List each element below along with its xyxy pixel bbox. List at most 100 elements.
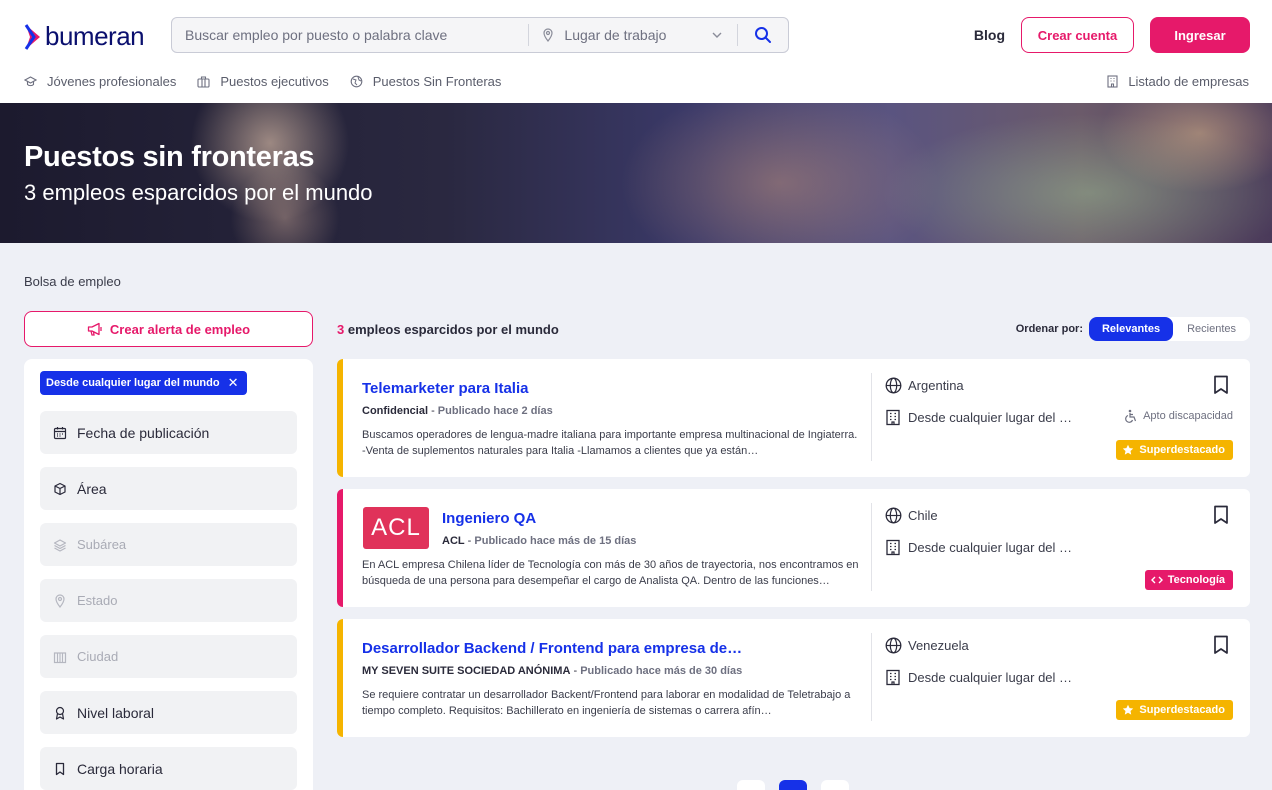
location-pin-icon [55, 593, 65, 608]
featured-badge: Superdestacado [1116, 700, 1233, 720]
job-country: Argentina [885, 377, 964, 394]
sort-control: Ordenar por: Relevantes Recientes [1016, 317, 1250, 341]
job-card[interactable]: ACL Ingeniero QA ACL - Publicado hace má… [337, 489, 1250, 607]
subnav-item-ejecutivos[interactable]: Puestos ejecutivos [197, 74, 329, 89]
pagination [737, 780, 863, 790]
job-modality-label: Desde cualquier lugar del … [908, 410, 1073, 425]
job-description: Se requiere contratar un desarrollador B… [362, 689, 851, 717]
filter-nivel-laboral[interactable]: Nivel laboral [40, 691, 297, 734]
job-card[interactable]: Telemarketer para Italia Confidencial - … [337, 359, 1250, 477]
filter-label: Nivel laboral [77, 704, 155, 721]
filter-fecha-publicacion[interactable]: Fecha de publicación [40, 411, 297, 454]
job-company: ACL [442, 535, 465, 547]
filters-panel: Desde cualquier lugar del mundo ✕ Fecha … [24, 359, 313, 790]
breadcrumb[interactable]: Bolsa de empleo [24, 274, 121, 289]
building-icon [886, 539, 900, 556]
filter-label: Carga horaria [77, 760, 163, 777]
filter-label: Estado [77, 593, 118, 608]
badge-label: Superdestacado [1139, 444, 1225, 456]
job-modality: Desde cualquier lugar del … [885, 539, 1072, 556]
star-icon [1123, 704, 1134, 715]
pagination-next[interactable] [821, 780, 849, 790]
briefcase-icon [197, 76, 210, 88]
subnav-label: Puestos ejecutivos [220, 74, 329, 89]
job-company: MY SEVEN SUITE SOCIEDAD ANÓNIMA [362, 665, 571, 677]
filter-estado: Estado [40, 579, 297, 622]
card-divider [871, 633, 872, 721]
location-placeholder: Lugar de trabajo [564, 27, 667, 43]
calendar-icon [53, 426, 67, 439]
pagination-prev[interactable] [737, 780, 765, 790]
globe-icon [885, 507, 902, 524]
globe-icon [885, 637, 902, 654]
logo-wordmark: bumeran [45, 21, 145, 51]
filter-label: Subárea [77, 537, 127, 552]
globe-icon [350, 75, 363, 88]
header-actions: Blog Crear cuenta Ingresar [974, 17, 1250, 53]
bookmark-icon[interactable] [1213, 635, 1229, 655]
bumeran-logo-mark-icon [24, 23, 40, 50]
job-posted: Publicado hace más de 15 días [474, 535, 637, 547]
search-input[interactable] [172, 18, 529, 52]
active-filter-label: Desde cualquier lugar del mundo [46, 377, 220, 389]
chevron-down-icon [712, 32, 722, 38]
sort-option-relevantes[interactable]: Relevantes [1088, 317, 1174, 341]
bookmark-icon[interactable] [1213, 505, 1229, 525]
blog-link[interactable]: Blog [974, 27, 1005, 43]
company-logo[interactable]: ACL [363, 507, 429, 549]
card-accent-bar [337, 359, 343, 477]
subnav-label: Puestos Sin Fronteras [372, 74, 502, 89]
active-filter-chip[interactable]: Desde cualquier lugar del mundo ✕ [40, 371, 247, 395]
login-button[interactable]: Ingresar [1150, 17, 1250, 53]
companies-list-link[interactable]: Listado de empresas [1106, 74, 1249, 89]
create-account-button[interactable]: Crear cuenta [1021, 17, 1134, 53]
job-title[interactable]: Ingeniero QA [442, 510, 536, 527]
job-company: Confidencial [362, 405, 429, 417]
accessibility-tag: Apto discapacidad [1124, 409, 1233, 423]
bumeran-logo[interactable]: bumeran [24, 21, 145, 52]
create-job-alert-label: Crear alerta de empleo [109, 321, 251, 337]
filter-subarea: Subárea [40, 523, 297, 566]
close-icon[interactable]: ✕ [228, 375, 239, 391]
job-modality: Desde cualquier lugar del … [885, 669, 1072, 686]
card-divider [871, 373, 872, 461]
page-subtitle: 3 empleos esparcidos por el mundo [24, 180, 373, 205]
location-pin-icon [543, 28, 554, 42]
award-icon [55, 706, 65, 720]
pagination-page-current[interactable] [779, 780, 807, 790]
job-modality: Desde cualquier lugar del … [885, 409, 1072, 426]
filter-area[interactable]: Área [40, 467, 297, 510]
filter-label: Ciudad [77, 649, 119, 664]
wheelchair-icon [1125, 409, 1137, 423]
job-country-label: Chile [908, 508, 938, 523]
filter-ciudad: Ciudad [40, 635, 297, 678]
create-job-alert-button[interactable]: Crear alerta de empleo [24, 311, 313, 347]
search-icon [755, 27, 772, 43]
job-title[interactable]: Desarrollador Backend / Frontend para em… [362, 640, 742, 657]
filter-carga-horaria[interactable]: Carga horaria [40, 747, 297, 790]
card-accent-bar [337, 489, 343, 607]
job-meta: MY SEVEN SUITE SOCIEDAD ANÓNIMA - Public… [362, 665, 743, 677]
sort-label: Ordenar por: [1015, 323, 1083, 335]
location-select[interactable]: Lugar de trabajo [529, 18, 737, 52]
code-icon [1150, 576, 1163, 584]
search-button[interactable] [738, 18, 788, 52]
results-count-number: 3 [337, 322, 345, 337]
filter-label: Fecha de publicación [77, 424, 210, 441]
megaphone-icon [87, 322, 102, 336]
job-card[interactable]: Desarrollador Backend / Frontend para em… [337, 619, 1250, 737]
building-icon [886, 409, 900, 426]
subnav-item-jovenes[interactable]: Jóvenes profesionales [24, 74, 176, 89]
job-title[interactable]: Telemarketer para Italia [362, 380, 528, 397]
filter-label: Área [77, 480, 107, 497]
badge-label: Tecnología [1167, 574, 1225, 586]
bookmark-icon[interactable] [1213, 375, 1229, 395]
job-country-label: Venezuela [908, 638, 969, 653]
building-icon [1107, 75, 1118, 88]
subnav-item-sin-fronteras[interactable]: Puestos Sin Fronteras [350, 74, 502, 89]
card-accent-bar [337, 619, 343, 737]
search-bar: Lugar de trabajo [171, 17, 789, 53]
job-modality-label: Desde cualquier lugar del … [908, 670, 1073, 685]
job-country: Chile [885, 507, 938, 524]
sort-option-recientes[interactable]: Recientes [1173, 317, 1250, 341]
